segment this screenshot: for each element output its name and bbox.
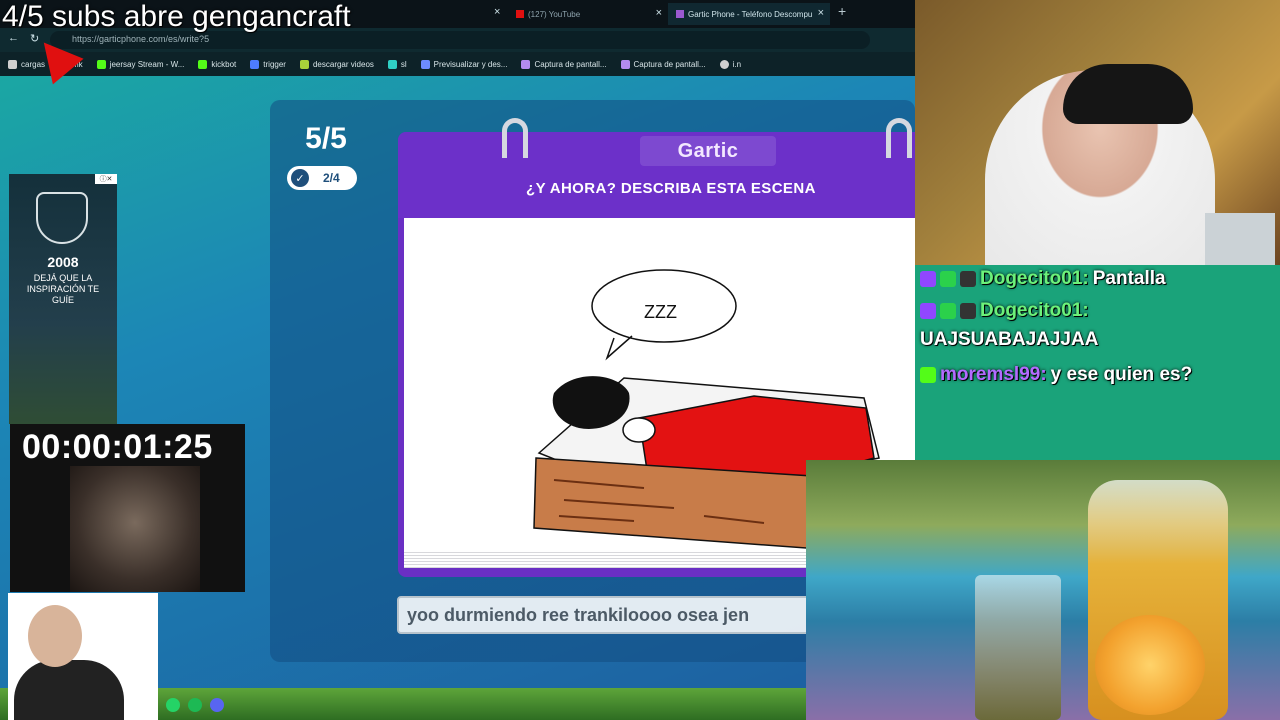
bookmark-item[interactable]: jeersay Stream - W... (96, 59, 185, 69)
tab-gartic[interactable]: Gartic Phone - Teléfono Descompu × (668, 3, 830, 25)
whatsapp-icon[interactable] (166, 698, 180, 712)
chat-username: moremsl99: (940, 364, 1047, 385)
ring-left (502, 118, 528, 158)
progress-text: 2/4 (323, 171, 340, 185)
answer-input[interactable]: yoo durmiendo ree trankiloooo osea jen (397, 596, 817, 634)
bookmark-item[interactable]: Previsualizar y des... (420, 59, 508, 69)
subs-goal-banner: 4/5 subs abre gengancraft (2, 0, 351, 33)
sword-badge-icon (940, 303, 956, 319)
ring-right (886, 118, 912, 158)
portrait-body (14, 660, 124, 720)
kick-icon (198, 59, 208, 69)
bookmark-item[interactable]: trigger (250, 59, 286, 69)
portrait-face (28, 605, 82, 667)
chat-message-continued: UAJSUABAJAJJAA (920, 329, 1098, 351)
stream-timer: 00:00:01:25 (22, 428, 213, 466)
bandana (1063, 64, 1193, 124)
bookmark-label: trigger (263, 59, 286, 69)
face (622, 417, 656, 443)
check-icon: ✓ (291, 169, 309, 187)
zzz-text: ZZZ (644, 302, 677, 322)
bookmark-label: jeersay Stream - W... (109, 59, 185, 69)
lion-logo-icon (36, 192, 88, 244)
webcam-pip (1205, 213, 1275, 265)
new-tab-button[interactable]: + (838, 3, 846, 19)
download-icon (299, 59, 309, 69)
bookmarks-bar: cargas mk jeersay Stream - W... kickbot … (0, 52, 915, 76)
close-icon[interactable]: × (656, 7, 662, 19)
bookmark-label: i.n (732, 59, 742, 69)
bookmark-icon (8, 59, 17, 69)
spotify-icon[interactable] (188, 698, 202, 712)
sword-badge-icon (940, 271, 956, 287)
kick-icon (920, 367, 936, 383)
pen-icon (521, 59, 531, 69)
gartic-tab-icon (676, 10, 684, 18)
twitch-icon (920, 303, 936, 319)
bookmark-label: sl (400, 59, 407, 69)
chat-panel (915, 265, 1280, 460)
chat-text: UAJSUABAJAJJAA (920, 329, 1099, 350)
year-badge-icon (960, 303, 976, 319)
bookmark-icon (420, 59, 430, 69)
orange-slice (1095, 615, 1205, 715)
chat-message: Dogecito01: (920, 300, 1089, 322)
bookmark-label: kickbot (211, 59, 237, 69)
mate-glass (975, 575, 1061, 720)
tab-label: Gartic Phone - Teléfono Descompu (688, 9, 813, 19)
year-badge-icon (960, 271, 976, 287)
globe-icon (719, 59, 729, 69)
discord-icon[interactable] (210, 698, 224, 712)
small-webcam (70, 466, 200, 592)
gartic-logo: Gartic (640, 136, 776, 166)
bookmark-item[interactable]: i.n (719, 59, 742, 69)
bubble-tail (605, 335, 633, 361)
round-counter: 5/5 (305, 122, 347, 155)
chat-username: Dogecito01: (980, 268, 1089, 289)
bookmark-label: Previsualizar y des... (433, 59, 508, 69)
bookmark-item[interactable]: Captura de pantall... (620, 59, 706, 69)
ad-tagline: DEJÁ QUE LA INSPIRACIÓN TE GUÍE (26, 273, 100, 305)
kick-icon (96, 59, 106, 69)
progress-badge: ✓ 2/4 (287, 166, 357, 190)
bookmark-label: descargar videos (312, 59, 374, 69)
chat-message: Dogecito01: Pantalla (920, 268, 1166, 290)
bookmark-label: Captura de pantall... (633, 59, 706, 69)
tab-label: (127) YouTube (528, 9, 581, 19)
twitch-icon (920, 271, 936, 287)
bookmark-icon (387, 59, 397, 69)
taskbar (158, 690, 258, 720)
chat-text: y ese quien es? (1050, 364, 1193, 385)
bookmark-icon (250, 59, 260, 69)
chat-username: Dogecito01: (980, 300, 1089, 321)
bookmark-item[interactable]: Captura de pantall... (521, 59, 607, 69)
bookmark-label: Captura de pantall... (534, 59, 607, 69)
pen-icon (620, 59, 630, 69)
bookmark-item[interactable]: sl (387, 59, 407, 69)
chat-message: moremsl99: y ese quien es? (920, 364, 1192, 386)
ad-close-icon[interactable]: ⓘ✕ (95, 174, 117, 184)
youtube-icon (516, 10, 524, 18)
screen: (127) YouTube × Gartic Phone - Teléfono … (0, 0, 1280, 720)
bookmark-item[interactable]: descargar videos (299, 59, 374, 69)
chat-text: Pantalla (1092, 268, 1166, 289)
ad-year: 2008 (47, 254, 79, 270)
bookmark-item[interactable]: kickbot (198, 59, 237, 69)
tab-youtube[interactable]: (127) YouTube × (508, 3, 668, 25)
close-icon[interactable]: × (494, 6, 500, 18)
close-icon[interactable]: × (818, 7, 824, 19)
